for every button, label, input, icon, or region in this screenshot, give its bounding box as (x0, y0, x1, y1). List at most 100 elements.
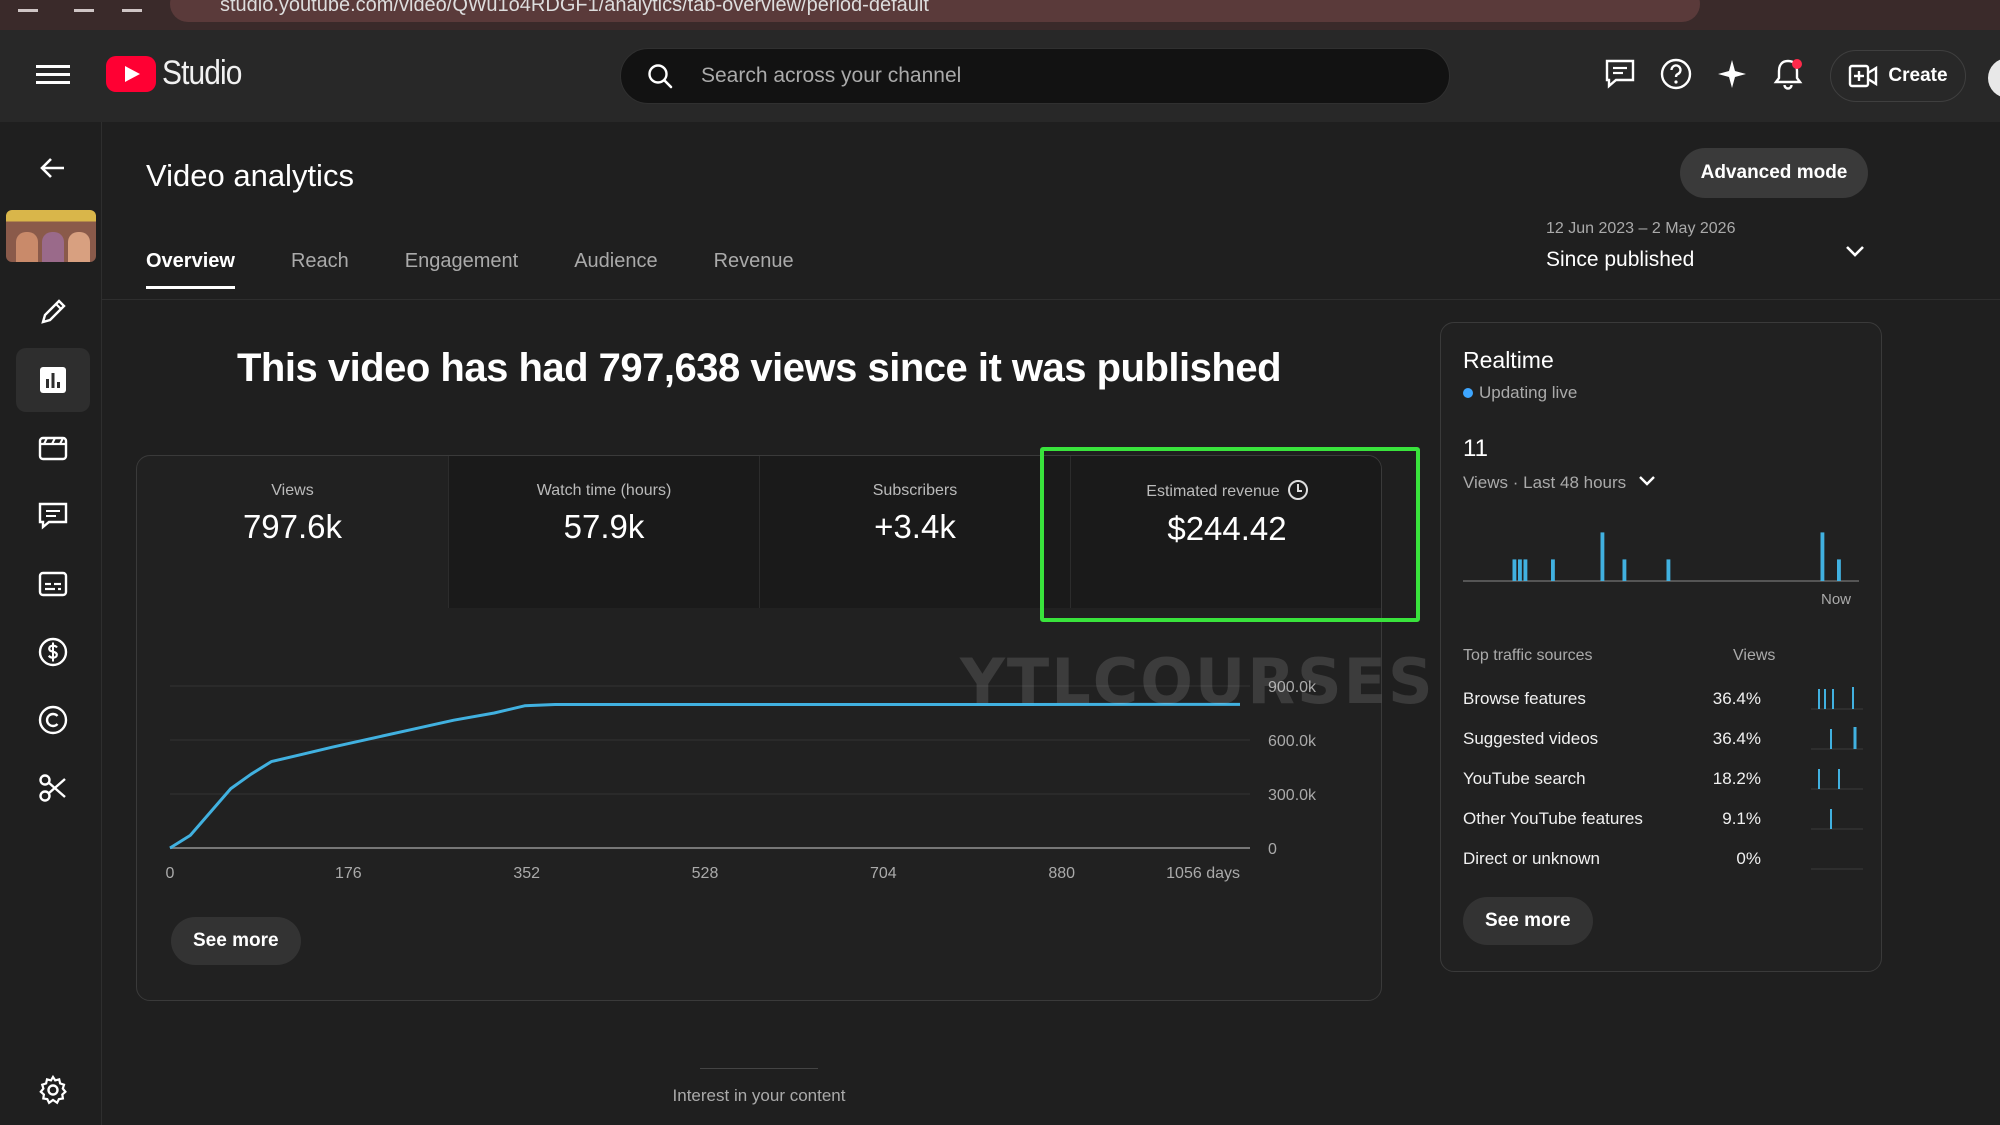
metric-value: 57.9k (563, 508, 645, 545)
tab-overview[interactable]: Overview (146, 250, 235, 289)
realtime-bar-chart (1463, 532, 1859, 582)
video-thumbnail[interactable] (6, 210, 96, 262)
copyright-icon (38, 705, 68, 735)
metric-label: Subscribers (872, 482, 958, 499)
menu-icon[interactable] (36, 60, 70, 90)
pencil-icon (41, 299, 66, 324)
sidebar-item-settings[interactable] (16, 1058, 90, 1122)
realtime-bar[interactable] (1551, 559, 1555, 581)
tab-revenue[interactable]: Revenue (714, 250, 794, 289)
search-input[interactable] (701, 49, 1421, 103)
sidebar-item-comments[interactable] (16, 484, 90, 548)
tab-engagement[interactable]: Engagement (405, 250, 518, 289)
back-button[interactable] (16, 136, 90, 200)
youtube-play-icon (106, 55, 156, 92)
traffic-source-row[interactable]: YouTube search 18.2% (1463, 769, 1863, 799)
realtime-card: Realtime Updating live 11 Views · Last 4… (1440, 322, 1882, 972)
back-arrow-icon (40, 158, 64, 178)
realtime-bar[interactable] (1837, 559, 1841, 581)
help-icon[interactable] (1658, 56, 1694, 92)
y-tick-label: 600.0k (1268, 733, 1317, 750)
source-sparkline (1811, 687, 1863, 710)
realtime-bar[interactable] (1820, 532, 1825, 581)
traffic-source-row[interactable]: Direct or unknown 0% (1463, 849, 1863, 879)
realtime-views-count: 11 (1463, 435, 1488, 462)
realtime-status: Updating live (1463, 383, 1577, 403)
realtime-bar[interactable] (1666, 559, 1671, 581)
forward-arrow-icon[interactable] (74, 0, 94, 12)
source-sparkline (1811, 809, 1863, 830)
source-name: YouTube search (1463, 769, 1586, 788)
advanced-mode-button[interactable]: Advanced mode (1680, 148, 1868, 198)
source-sparkline (1811, 868, 1863, 870)
account-avatar[interactable] (1988, 58, 2000, 98)
x-tick-label: 1056 days (1166, 865, 1240, 882)
metric-watch-time[interactable]: Watch time (hours) 57.9k (449, 456, 760, 608)
metric-label: Watch time (hours) (536, 482, 672, 499)
gear-icon (39, 1074, 67, 1105)
traffic-sources-header: Top traffic sources (1463, 647, 1593, 664)
traffic-source-row[interactable]: Browse features 36.4% (1463, 687, 1863, 719)
sidebar-item-details[interactable] (16, 280, 90, 344)
analytics-tabs: Overview Reach Engagement Audience Reven… (146, 250, 850, 289)
studio-logo[interactable]: Studio (106, 54, 252, 93)
sparkle-icon[interactable] (1714, 56, 1750, 92)
editor-clapper-icon (38, 436, 68, 461)
comments-icon (38, 502, 68, 530)
realtime-period-dropdown[interactable]: Views · Last 48 hours (1463, 473, 1657, 493)
see-more-button[interactable]: See more (171, 917, 301, 965)
sidebar-item-analytics[interactable] (16, 348, 90, 412)
create-button[interactable]: Create (1830, 50, 1966, 102)
sidebar-item-copyright[interactable] (16, 688, 90, 752)
realtime-subtitle: Views · Last 48 hours (1463, 473, 1627, 492)
chevron-down-icon (1639, 476, 1655, 486)
source-pct: 18.2% (1712, 769, 1761, 788)
notifications-bell-icon[interactable] (1770, 56, 1806, 92)
realtime-see-more-button[interactable]: See more (1463, 897, 1593, 945)
realtime-status-text: Updating live (1479, 383, 1578, 402)
sidebar-item-monetization[interactable] (16, 620, 90, 684)
address-bar[interactable]: studio.youtube.com/video/QWu1o4RDGF1/ana… (170, 0, 1700, 22)
tab-reach[interactable]: Reach (291, 250, 349, 289)
source-name: Direct or unknown (1463, 849, 1601, 868)
realtime-bar[interactable] (1518, 559, 1522, 581)
feedback-icon[interactable] (1602, 56, 1638, 92)
realtime-bar[interactable] (1622, 559, 1627, 581)
search-icon[interactable] (647, 63, 673, 89)
back-arrow-icon[interactable] (18, 0, 38, 12)
reload-icon[interactable] (122, 0, 142, 12)
studio-brand: Studio (162, 54, 242, 92)
subtitles-icon (38, 571, 68, 597)
x-tick-label: 176 (335, 865, 362, 882)
traffic-source-row[interactable]: Other YouTube features 9.1% (1463, 809, 1863, 839)
source-name: Suggested videos (1463, 729, 1599, 748)
sidebar-item-clips[interactable] (16, 756, 90, 820)
create-video-icon (1849, 64, 1878, 88)
views-series-line[interactable] (169, 702, 1241, 850)
source-pct: 36.4% (1712, 729, 1761, 748)
traffic-source-row[interactable]: Suggested videos 36.4% (1463, 727, 1863, 759)
realtime-bar[interactable] (1523, 559, 1528, 581)
sidebar-item-subtitles[interactable] (16, 552, 90, 616)
page-title: Video analytics (146, 158, 354, 193)
analytics-icon (40, 367, 66, 393)
period-selector[interactable]: 12 Jun 2023 – 2 May 2026 Since published (1546, 220, 1866, 284)
metric-label: Views (271, 482, 314, 499)
source-name: Browse features (1463, 689, 1586, 708)
realtime-title: Realtime (1463, 347, 1554, 373)
realtime-bar[interactable] (1600, 532, 1605, 581)
source-name: Other YouTube features (1463, 809, 1643, 828)
source-sparkline (1811, 769, 1863, 790)
realtime-bar[interactable] (1512, 559, 1517, 581)
sidebar-item-editor[interactable] (16, 416, 90, 480)
x-tick-label: 352 (513, 865, 540, 882)
x-tick-label: 880 (1048, 865, 1075, 882)
metric-subscribers[interactable]: Subscribers +3.4k (760, 456, 1071, 608)
left-sidebar (0, 122, 102, 1125)
section-divider (700, 1068, 818, 1069)
x-tick-label: 0 (166, 865, 175, 882)
tab-audience[interactable]: Audience (574, 250, 657, 289)
metric-views[interactable]: Views 797.6k (137, 456, 449, 608)
browser-bar: studio.youtube.com/video/QWu1o4RDGF1/ana… (0, 0, 2000, 30)
search-bar[interactable] (620, 48, 1450, 104)
